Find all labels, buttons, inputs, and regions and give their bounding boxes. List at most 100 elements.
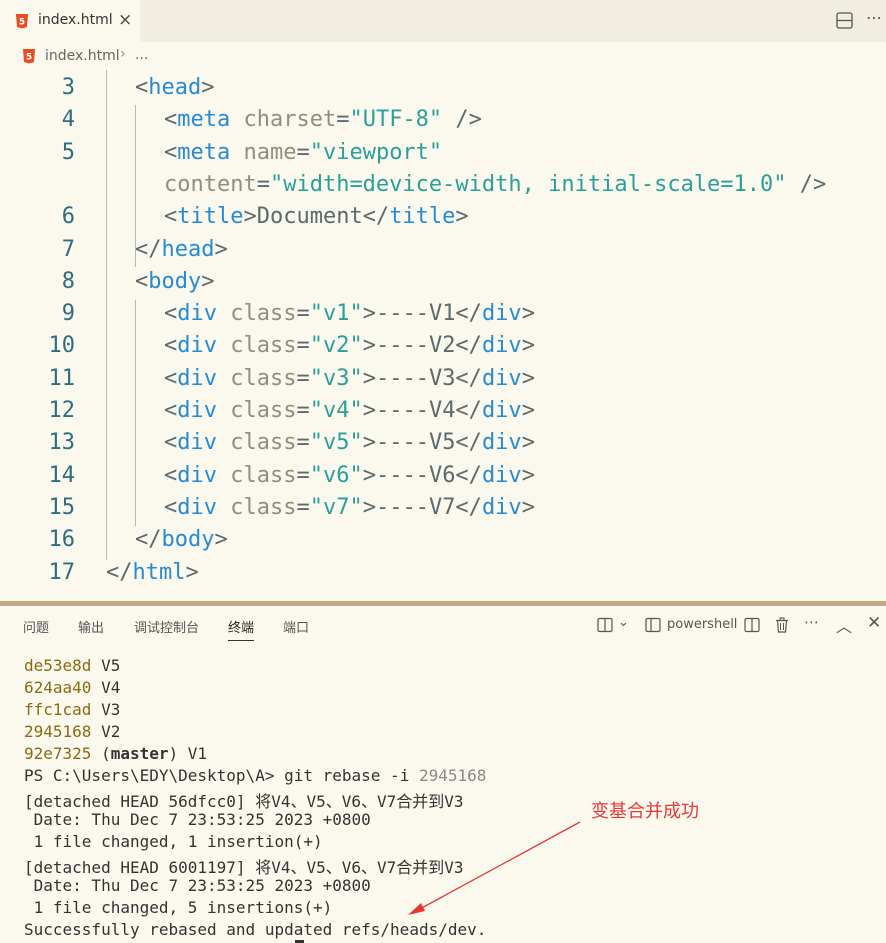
code-line[interactable]: <div class="v1">----V1</div> (164, 301, 535, 326)
tab-terminal[interactable]: 终端 (228, 617, 255, 641)
code-punct: >----V5</ (362, 430, 482, 456)
tab-debug-console[interactable]: 调试控制台 (134, 617, 199, 636)
code-punct: > (214, 527, 228, 553)
output-line: [detached HEAD 56dfcc0] 将V4、V5、V6、V7合并到V… (24, 792, 464, 811)
split-editor-icon[interactable] (836, 12, 853, 29)
commit-line: 2945168 V2 (24, 722, 120, 741)
code-punct: </ (135, 236, 162, 262)
code-line[interactable]: </html> (106, 560, 199, 585)
code-punct (217, 301, 230, 326)
code-string: "width=device-width, initial-scale=1.0" (269, 171, 787, 197)
maximize-icon[interactable]: ︿ (836, 613, 852, 637)
commit-hash: 92e7325 (24, 744, 92, 763)
code-line[interactable]: <body> (135, 269, 214, 294)
commit-msg: ) V1 (168, 744, 208, 763)
tab-problems[interactable]: 问题 (23, 617, 49, 636)
code-punct (230, 107, 243, 132)
code-tag: title (389, 204, 456, 230)
tab-ports[interactable]: 端口 (283, 617, 309, 636)
command-arg: 2945168 (418, 766, 487, 785)
commit-line: de53e8d V5 (24, 656, 120, 675)
code-punct: < (164, 462, 178, 488)
annotation-label: 变基合并成功 (591, 801, 699, 822)
commit-msg: V5 (91, 656, 121, 675)
code-line[interactable]: <head> (135, 75, 214, 100)
code-punct: > (521, 494, 535, 520)
code-tag: html (132, 559, 186, 585)
code-attr: class (230, 365, 297, 391)
chevron-down-icon[interactable]: ⌄ (618, 615, 629, 630)
line-number: 10 (48, 333, 76, 359)
code-punct: = (296, 365, 310, 391)
code-tag: body (148, 268, 202, 294)
code-attr: class (230, 430, 297, 456)
code-punct: < (164, 333, 178, 359)
command: git rebase -i (284, 766, 419, 785)
code-attr: class (230, 301, 297, 327)
code-tag: div (481, 301, 522, 327)
code-line[interactable]: <div class="v6">----V6</div> (164, 463, 535, 488)
code-punct: < (164, 301, 178, 327)
code-line[interactable]: <meta name="viewport" (164, 140, 442, 165)
more-icon[interactable]: ⋯ (804, 613, 819, 631)
code-line[interactable]: <div class="v5">----V5</div> (164, 430, 535, 455)
code-line[interactable]: content="width=device-width, initial-sca… (164, 172, 826, 197)
code-punct: = (296, 333, 310, 359)
code-punct: = (296, 494, 310, 520)
close-tab-icon[interactable]: × (118, 10, 132, 30)
split-icon[interactable] (744, 617, 760, 633)
tab-output[interactable]: 输出 (78, 617, 104, 636)
code-line[interactable]: <div class="v2">----V2</div> (164, 333, 535, 358)
code-punct: < (164, 398, 178, 423)
code-attr: charset (243, 107, 337, 133)
output-line: Successfully rebased and updated refs/he… (24, 920, 487, 939)
breadcrumb-more[interactable]: ... (135, 47, 148, 63)
code-punct: > (521, 398, 535, 423)
code-tag: div (481, 430, 522, 456)
code-tag: div (177, 333, 217, 359)
code-line[interactable]: </body> (135, 527, 228, 552)
code-string: "v1" (309, 301, 363, 327)
code-punct: > (521, 365, 535, 391)
code-line[interactable]: </head> (135, 237, 228, 262)
line-number: 13 (48, 430, 76, 456)
code-tag: head (148, 75, 202, 100)
code-tag: div (481, 333, 522, 359)
code-tag: div (177, 301, 217, 327)
commit-msg: V2 (91, 722, 121, 741)
commit-hash: ffc1cad (24, 700, 92, 719)
terminal-shell-name[interactable]: powershell (667, 617, 737, 632)
code-tag: div (481, 494, 522, 520)
code-string: "viewport" (309, 139, 443, 165)
code-line[interactable]: <title>Document</title> (164, 204, 469, 229)
code-punct: > (214, 236, 228, 262)
line-number: 14 (48, 462, 76, 488)
trash-icon[interactable] (774, 617, 790, 633)
code-line[interactable]: <meta charset="UTF-8" /> (164, 107, 482, 132)
breadcrumb: 5 index.html › ... (0, 42, 886, 70)
code-punct: </ (106, 559, 133, 585)
breadcrumb-file[interactable]: index.html (45, 48, 120, 64)
code-tag: title (177, 204, 244, 230)
tab-label: index.html (38, 12, 113, 28)
code-punct (217, 333, 230, 358)
split-terminal-icon[interactable] (597, 617, 613, 633)
code-punct: < (164, 365, 178, 391)
code-tag: head (161, 236, 215, 262)
code-attr: class (230, 462, 297, 488)
line-number: 7 (61, 236, 75, 262)
code-tag: div (481, 398, 522, 423)
tab-index-html[interactable]: 5 index.html × (0, 0, 140, 42)
code-line[interactable]: <div class="v4">----V4</div> (164, 398, 535, 423)
more-actions-icon[interactable]: ⋯ (866, 8, 882, 27)
code-punct: > (455, 204, 469, 230)
code-string: "v5" (309, 430, 363, 456)
close-icon[interactable]: ✕ (867, 613, 881, 633)
code-punct: > (521, 301, 535, 327)
code-punct: < (135, 75, 149, 100)
prompt: PS C:\Users\EDY\Desktop\A> (24, 766, 285, 785)
code-editor[interactable]: 3 <head> 4 <meta charset="UTF-8" /> 5 <meta n… (0, 70, 886, 601)
code-line[interactable]: <div class="v7">----V7</div> (164, 495, 535, 520)
line-number: 3 (61, 75, 75, 100)
code-line[interactable]: <div class="v3">----V3</div> (164, 366, 535, 391)
